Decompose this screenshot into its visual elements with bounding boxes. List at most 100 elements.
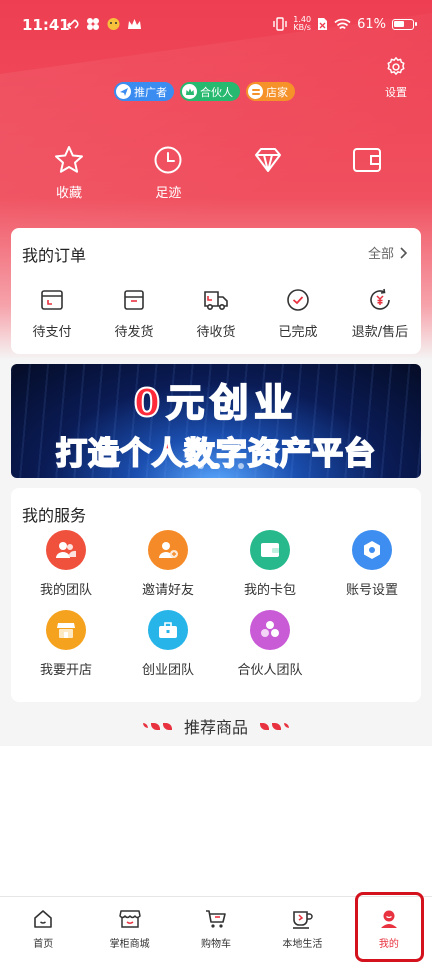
team-icon xyxy=(46,530,86,570)
coffee-icon xyxy=(293,911,314,929)
role-badges: 推广者 合伙人 店家 xyxy=(114,82,295,101)
order-status-label: 已完成 xyxy=(278,325,318,340)
tab-local-life[interactable]: 本地生活 xyxy=(259,897,345,964)
leaf-shape xyxy=(284,722,289,728)
truck-icon xyxy=(204,291,228,310)
service-invite-friends[interactable]: 邀请好友 xyxy=(117,530,219,598)
diamond-icon xyxy=(254,148,281,172)
badge-promoter[interactable]: 推广者 xyxy=(114,82,174,101)
service-label: 我的卡包 xyxy=(243,583,296,598)
services-title: 我的服务 xyxy=(22,506,87,525)
badge-label: 合伙人 xyxy=(200,85,233,99)
leaf-shape xyxy=(272,722,281,730)
account-settings-icon xyxy=(352,530,392,570)
banner-page-dot[interactable] xyxy=(198,463,204,469)
order-pending-receipt[interactable]: 待收货 xyxy=(176,288,256,340)
tab-store[interactable]: 掌柜商城 xyxy=(86,897,172,964)
tab-label: 首页 xyxy=(33,939,54,950)
tab-label: 本地生活 xyxy=(282,939,323,950)
battery-level-fill xyxy=(394,20,404,27)
order-status-label: 待发货 xyxy=(114,325,154,340)
leaf-decoration-right xyxy=(260,722,289,730)
order-completed[interactable]: 已完成 xyxy=(258,288,338,340)
order-pending-shipment[interactable]: 待发货 xyxy=(94,288,174,340)
profile-icon xyxy=(380,910,397,928)
promo-banner[interactable]: 0元创业 打造个人数字资产平台 xyxy=(11,364,421,478)
badge-label: 推广者 xyxy=(134,85,167,99)
order-refund[interactable]: 退款/售后 xyxy=(340,288,420,340)
recommend-list-area xyxy=(0,746,432,896)
service-label: 创业团队 xyxy=(141,663,194,678)
banner-page-dot[interactable] xyxy=(226,463,232,469)
badge-partner[interactable]: 合伙人 xyxy=(180,82,240,101)
service-partner-team[interactable]: 合伙人团队 xyxy=(219,610,321,678)
leaf-shape xyxy=(150,722,160,730)
tab-cart[interactable]: 购物车 xyxy=(173,897,259,964)
link-icon xyxy=(67,19,79,29)
quick-link-label: 收藏 xyxy=(55,186,82,201)
invite-icon xyxy=(148,530,188,570)
order-status-label: 待支付 xyxy=(32,325,72,340)
quick-link-wallet[interactable] xyxy=(326,144,408,198)
order-status-label: 待收货 xyxy=(196,325,236,340)
quick-link-label xyxy=(326,182,408,198)
crown-icon xyxy=(128,19,141,29)
banner-headline: 0元创业 xyxy=(133,380,299,426)
badge-shopkeeper[interactable]: 店家 xyxy=(246,82,295,101)
crown-badge-icon xyxy=(182,84,197,99)
banner-page-dot[interactable] xyxy=(210,463,220,469)
quick-link-diamond[interactable] xyxy=(227,144,309,198)
clock-icon xyxy=(154,146,182,174)
shop-icon xyxy=(46,610,86,650)
orders-view-all[interactable]: 全部 xyxy=(368,243,407,262)
bottom-tab-bar: 首页 掌柜商城 购物车 本地生活 我的 xyxy=(0,896,432,964)
card-wallet-icon xyxy=(250,530,290,570)
services-card: 我的服务 我的团队 邀请好友 我的卡包 账号设置 我要开店 创业团队 合伙人团队 xyxy=(11,488,421,702)
battery-icon xyxy=(392,18,417,30)
orders-title: 我的订单 xyxy=(22,246,87,265)
battery-percent: 61% xyxy=(357,16,386,32)
leaf-shape xyxy=(260,722,269,730)
check-circle-icon xyxy=(287,289,309,311)
quick-link-favorites[interactable]: 收藏 xyxy=(28,144,110,201)
partner-icon xyxy=(250,610,290,650)
recommend-title: 推荐商品 xyxy=(183,718,248,737)
gear-icon xyxy=(387,57,405,75)
service-label: 合伙人团队 xyxy=(237,663,303,678)
network-speed: 1.40 KB/s xyxy=(293,16,311,32)
tab-label: 购物车 xyxy=(201,939,232,950)
service-account-settings[interactable]: 账号设置 xyxy=(321,530,423,598)
badge-label: 店家 xyxy=(266,85,288,99)
quick-link-label xyxy=(227,182,309,198)
star-icon xyxy=(55,146,83,173)
settings-label: 设置 xyxy=(385,86,407,99)
service-label: 我要开店 xyxy=(39,663,92,678)
order-status-row: 待支付 待发货 待收货 已完成 退款/售后 xyxy=(11,288,421,340)
chevron-right-icon xyxy=(400,246,407,259)
notification-icons xyxy=(66,17,142,31)
quick-link-history[interactable]: 足迹 xyxy=(127,144,209,201)
tab-label: 我的 xyxy=(378,939,399,950)
cart-icon xyxy=(206,910,226,928)
tab-profile[interactable]: 我的 xyxy=(346,897,432,964)
service-card-wallet[interactable]: 我的卡包 xyxy=(219,530,321,598)
service-open-shop[interactable]: 我要开店 xyxy=(15,610,117,678)
order-status-label: 退款/售后 xyxy=(351,325,409,340)
banner-pagination xyxy=(198,463,244,469)
sim-icon xyxy=(318,18,328,30)
store-icon xyxy=(118,910,141,928)
status-bar: 11:41 1.40 KB/s 61% xyxy=(0,0,432,52)
leaf-decoration-left xyxy=(142,722,172,730)
tab-home[interactable]: 首页 xyxy=(0,897,86,964)
service-label: 账号设置 xyxy=(345,583,398,598)
paper-plane-icon xyxy=(116,84,131,99)
store-badge-icon xyxy=(248,84,263,99)
banner-page-dot[interactable] xyxy=(238,463,244,469)
service-my-team[interactable]: 我的团队 xyxy=(15,530,117,598)
services-grid: 我的团队 邀请好友 我的卡包 账号设置 我要开店 创业团队 合伙人团队 xyxy=(11,530,421,678)
pending-shipment-icon xyxy=(124,290,144,310)
settings-button[interactable]: 设置 xyxy=(380,56,412,100)
wallet-icon xyxy=(352,148,381,172)
service-startup-team[interactable]: 创业团队 xyxy=(117,610,219,678)
order-pending-payment[interactable]: 待支付 xyxy=(12,288,92,340)
